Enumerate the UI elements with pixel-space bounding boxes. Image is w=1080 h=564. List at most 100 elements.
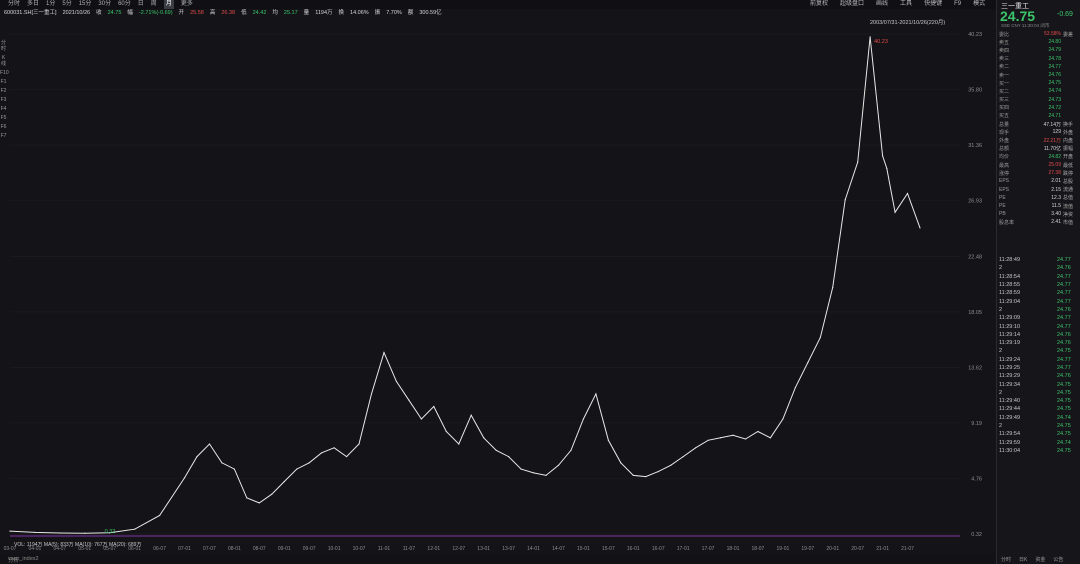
- tick-time: 2: [999, 265, 1003, 272]
- data-point: [34, 531, 36, 533]
- tab-period-4[interactable]: 15分: [79, 0, 92, 9]
- data-point: [869, 36, 871, 38]
- orderbook-extra: 流值: [1063, 203, 1074, 210]
- x-tick-label: 07-07: [203, 546, 216, 552]
- y-tick-label: 22.48: [968, 254, 982, 260]
- tick-time: 11:28:59: [999, 290, 1021, 297]
- orderbook-row: 总量 47.14万 换手: [999, 120, 1080, 128]
- menu-item-0[interactable]: 前复权: [810, 0, 828, 9]
- data-point: [844, 199, 846, 201]
- data-point: [321, 452, 323, 454]
- orderbook-key: 买一: [999, 80, 1010, 87]
- panel-footer: 分时 日K 资金 公告: [997, 556, 1080, 564]
- orderbook-row: 委比 53.58% 委差: [999, 30, 1080, 38]
- tab-period-0[interactable]: 分时: [8, 0, 20, 9]
- orderbook-row: EPS 2.15 流通: [999, 186, 1080, 194]
- tick-price: 24.76: [1057, 306, 1071, 313]
- orderbook-row: 卖三 24.78: [999, 55, 1080, 63]
- price-line: [9, 36, 921, 534]
- tick-row: 11:29:04 24.77: [999, 297, 1080, 305]
- bottom-tab[interactable]: 分析: [8, 556, 19, 564]
- tick-row: 11:29:09 24.77: [999, 314, 1080, 322]
- panel-tab-2[interactable]: 资金: [1035, 556, 1045, 564]
- tab-period-9[interactable]: 月: [163, 0, 174, 9]
- bottom-bar: vwsr_index2 分析: [0, 554, 995, 564]
- tick-row: 11:28:59 24.77: [999, 289, 1080, 297]
- stock-code[interactable]: 600031.SH[三一重工]: [4, 9, 57, 18]
- data-point: [607, 439, 609, 441]
- orderbook-extra: 外盘: [1063, 129, 1074, 136]
- x-tick-label: 16-07: [652, 546, 665, 552]
- orderbook-key: 卖二: [999, 64, 1010, 71]
- change-label: 幅: [127, 10, 133, 16]
- orderbook-row: PE 12.3 总值: [999, 194, 1080, 202]
- menu-item-1[interactable]: 超级盘口: [840, 0, 864, 9]
- orderbook-key: 买三: [999, 97, 1010, 104]
- tick-price: 24.75: [1057, 431, 1071, 438]
- orderbook-value: 24.82: [1048, 153, 1061, 160]
- orderbook-value: 12.3: [1051, 194, 1061, 201]
- x-tick-label: 15-07: [602, 546, 615, 552]
- tick-price: 24.75: [1057, 348, 1071, 355]
- orderbook-extra: 净资: [1063, 211, 1074, 218]
- menu-item-2[interactable]: 画线: [876, 0, 888, 9]
- tick-row: 11:29:14 24.76: [999, 331, 1080, 339]
- x-tick-label: 13-07: [502, 546, 515, 552]
- menu-item-4[interactable]: 快捷键: [924, 0, 942, 9]
- price-change: -0.69: [1057, 11, 1073, 18]
- panel-tab-0[interactable]: 分时: [1001, 556, 1011, 564]
- orderbook-row: 买二 24.74: [999, 87, 1080, 95]
- high-marker: 40.23: [874, 39, 888, 45]
- close-label: 收: [96, 10, 102, 16]
- orderbook-value: 129: [1052, 129, 1061, 136]
- orderbook-row: 外盘 22.21万 内盘: [999, 136, 1080, 144]
- tab-period-1[interactable]: 多日: [27, 0, 39, 9]
- y-tick-label: 13.62: [968, 365, 982, 371]
- orderbook-row: PB 3.40 净资: [999, 210, 1080, 218]
- data-point: [769, 437, 772, 439]
- tick-row: 11:29:10 24.77: [999, 322, 1080, 330]
- orderbook-extra: 换手: [1063, 121, 1074, 128]
- orderbook-extra: 总值: [1063, 195, 1074, 202]
- x-tick-label: 17-01: [677, 546, 690, 552]
- x-tick-label: 20-07: [851, 546, 864, 552]
- info-bar: 600031.SH[三一重工] 2021/10/26 收 24.75 幅 -2.71…: [4, 9, 994, 18]
- tab-period-6[interactable]: 60分: [118, 0, 131, 9]
- data-point: [483, 437, 485, 439]
- orderbook-row: 卖一 24.76: [999, 71, 1080, 79]
- data-point: [433, 405, 435, 408]
- tick-price: 24.77: [1057, 257, 1071, 264]
- menu-item-3[interactable]: 工具: [900, 0, 912, 9]
- tick-time: 11:29:34: [999, 381, 1021, 388]
- tick-time: 2: [999, 348, 1003, 355]
- orderbook-key: 外盘: [999, 138, 1010, 145]
- tick-list[interactable]: 11:28:49 24.77 2 24.76 11:28:54 24.77 11:28:55…: [999, 256, 1080, 455]
- panel-tab-3[interactable]: 公告: [1053, 556, 1063, 564]
- data-point: [370, 393, 373, 395]
- panel-tab-1[interactable]: 日K: [1019, 556, 1027, 564]
- tick-row: 11:29:19 24.76: [999, 339, 1080, 347]
- tab-period-10[interactable]: 更多: [181, 0, 193, 9]
- tick-price: 24.74: [1057, 414, 1071, 421]
- data-point: [670, 464, 672, 466]
- menu-item-6[interactable]: 模式: [973, 0, 985, 9]
- data-point: [832, 286, 834, 289]
- tab-period-8[interactable]: 周: [151, 0, 157, 9]
- orderbook-value: 3.40: [1051, 211, 1061, 218]
- orderbook-key: 均价: [999, 154, 1010, 161]
- tab-period-3[interactable]: 5分: [62, 0, 71, 9]
- orderbook-key: 涨停: [999, 170, 1010, 177]
- tab-period-7[interactable]: 日: [138, 0, 144, 9]
- orderbook-key: 委比: [999, 31, 1010, 38]
- y-tick-label: 4.76: [971, 476, 982, 482]
- turnover-label: 换: [338, 10, 345, 16]
- tab-period-5[interactable]: 30分: [98, 0, 111, 9]
- quote-sub: SSE CNY 11:30:04 闭市: [1001, 23, 1050, 28]
- x-tick-label: 10-01: [328, 546, 341, 552]
- x-tick-label: 16-01: [627, 546, 640, 552]
- price-chart[interactable]: 0.32 4.76 9.19 13.62 18.05 22.48 26.93 31.36 35.…: [0, 18, 995, 564]
- data-point: [632, 474, 634, 476]
- tab-period-2[interactable]: 1分: [46, 0, 55, 9]
- data-point: [208, 443, 211, 445]
- menu-item-5[interactable]: F9: [954, 0, 961, 9]
